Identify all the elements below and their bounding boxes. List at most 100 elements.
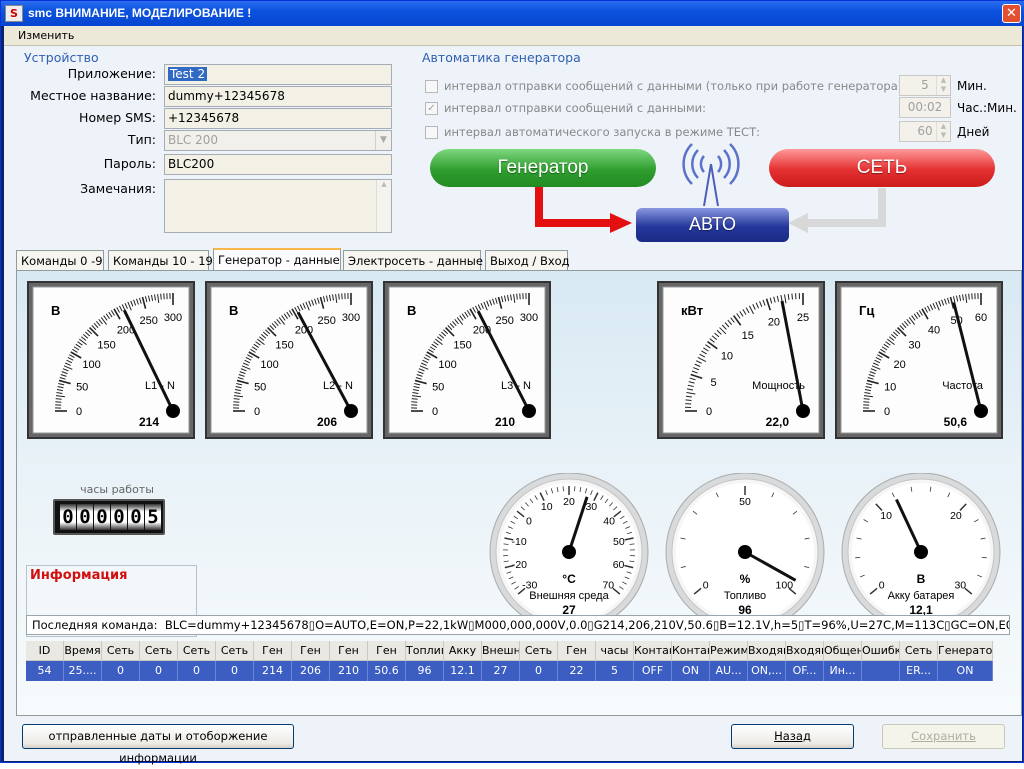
- meter-pivot: [522, 404, 536, 418]
- dial-tick-label: 60: [613, 559, 625, 571]
- column-header[interactable]: Ген: [558, 641, 596, 661]
- network-button[interactable]: СЕТЬ: [769, 149, 995, 187]
- column-header[interactable]: Сеть: [216, 641, 254, 661]
- dial-tick-label: 40: [603, 515, 615, 527]
- meter-tick: [517, 294, 518, 300]
- meter-tick: [161, 294, 162, 300]
- close-icon[interactable]: ✕: [1002, 4, 1021, 23]
- column-header[interactable]: Режим: [710, 641, 748, 661]
- meter-value: 50,6: [944, 415, 968, 429]
- dial-tick-label: 0: [703, 580, 709, 592]
- meter-unit: В: [51, 303, 60, 318]
- column-header[interactable]: Ген: [292, 641, 330, 661]
- dial-tick-label: -20: [512, 559, 527, 571]
- meter-tick: [864, 399, 870, 400]
- last-command-label: Последняя команда:: [32, 618, 158, 632]
- table-cell: ER...: [900, 661, 938, 681]
- column-header[interactable]: Время: [64, 641, 102, 661]
- column-header[interactable]: Сеть: [900, 641, 938, 661]
- meter-tick-label: 0: [76, 406, 82, 418]
- column-header[interactable]: Акку: [444, 641, 482, 661]
- tab-0[interactable]: Команды 0 -9: [16, 250, 104, 270]
- table-cell: 0: [216, 661, 254, 681]
- table-cell: 22: [558, 661, 596, 681]
- tab-3[interactable]: Электросеть - данные: [343, 250, 481, 270]
- meter-value: 210: [495, 415, 515, 429]
- column-header[interactable]: Входящ: [786, 641, 824, 661]
- meter-tick: [339, 294, 340, 300]
- table-cell: 0: [102, 661, 140, 681]
- column-header[interactable]: Ошибк: [862, 641, 900, 661]
- analog-meter: 050100150200250300ВL1 - N214: [27, 281, 195, 439]
- meter-tick-label: 25: [797, 312, 809, 324]
- tab-1[interactable]: Команды 10 - 19: [108, 250, 209, 270]
- column-header[interactable]: Контакт: [634, 641, 672, 661]
- hours-label: часы работы: [67, 483, 167, 496]
- column-header[interactable]: Ген: [368, 641, 406, 661]
- column-header[interactable]: Сеть: [178, 641, 216, 661]
- last-command-text: BLC=dummy+12345678▯O=AUTO,E=ON,P=22,1kW▯…: [165, 618, 1010, 632]
- meter-tick-label: 300: [520, 312, 538, 324]
- column-header[interactable]: часы: [596, 641, 634, 661]
- tab-2[interactable]: Генератор - данные: [213, 248, 341, 271]
- meter-pivot: [974, 404, 988, 418]
- dial-tick-label: -10: [512, 536, 527, 548]
- meter-tick-label: 10: [721, 351, 733, 363]
- table-cell: [862, 661, 900, 681]
- dial-tick-label: 10: [880, 510, 892, 522]
- column-header[interactable]: Внешня: [482, 641, 520, 661]
- meter-tick-label: 20: [893, 359, 905, 371]
- meter-tick-label: 30: [908, 340, 920, 352]
- column-header[interactable]: Общен: [824, 641, 862, 661]
- column-header[interactable]: Топлив: [406, 641, 444, 661]
- round-dial: 050100%Топливо96: [661, 473, 829, 631]
- main-window: S smc ВНИМАНИЕ, МОДЕЛИРОВАНИЕ ! ✕ Измени…: [0, 0, 1024, 763]
- column-header[interactable]: Сеть: [140, 641, 178, 661]
- meter-tick-label: 60: [975, 312, 987, 324]
- meter-tick-label: 0: [432, 406, 438, 418]
- column-header[interactable]: Ген: [330, 641, 368, 661]
- table-cell: ON: [672, 661, 710, 681]
- dial-tick-label: 30: [585, 501, 597, 513]
- meter-unit: Гц: [859, 303, 874, 318]
- table-cell: 5: [596, 661, 634, 681]
- column-header[interactable]: Контакт: [672, 641, 710, 661]
- counter-digit: 0: [128, 504, 144, 530]
- column-header[interactable]: ID: [26, 641, 64, 661]
- meter-tick-label: 300: [342, 312, 360, 324]
- table-cell: OF...: [786, 661, 824, 681]
- meter-tick: [792, 294, 793, 300]
- meter-tick-label: 100: [82, 359, 100, 371]
- column-header[interactable]: Сеть: [520, 641, 558, 661]
- meter-tick-label: 5: [711, 377, 717, 389]
- dial-tick-label: 10: [541, 501, 553, 513]
- counter-digit: 0: [77, 504, 93, 530]
- dial-tick-label: 0: [879, 580, 885, 592]
- table-cell: 27: [482, 661, 520, 681]
- dial-label: Топливо: [724, 590, 766, 602]
- tab-4[interactable]: Выход / Вход: [485, 250, 568, 270]
- column-header[interactable]: Входящ: [748, 641, 786, 661]
- table-cell: 54: [26, 661, 64, 681]
- meter-pivot: [344, 404, 358, 418]
- generator-button[interactable]: Генератор: [430, 149, 656, 187]
- dial-label: Внешняя среда: [529, 590, 609, 602]
- table-cell: 25....: [64, 661, 102, 681]
- back-button[interactable]: Назад: [731, 724, 854, 749]
- info-button[interactable]: отправленные даты и отоборжение информац…: [22, 724, 294, 749]
- meter-pivot: [796, 404, 810, 418]
- meter-value: 206: [317, 415, 337, 429]
- meter-tick-label: 20: [768, 317, 780, 329]
- meter-tick-label: 100: [438, 359, 456, 371]
- dial-tick-label: 0: [526, 515, 532, 527]
- meter-tick-label: 150: [97, 340, 115, 352]
- save-button[interactable]: Сохранить: [882, 724, 1005, 749]
- meter-tick-label: 50: [254, 382, 266, 394]
- meter-tick-label: 250: [139, 315, 157, 327]
- meter-value: 22,0: [766, 415, 790, 429]
- table-cell: 0: [178, 661, 216, 681]
- column-header[interactable]: Генерато: [938, 641, 993, 661]
- column-header[interactable]: Сеть: [102, 641, 140, 661]
- column-header[interactable]: Ген: [254, 641, 292, 661]
- auto-button[interactable]: АВТО: [636, 208, 789, 242]
